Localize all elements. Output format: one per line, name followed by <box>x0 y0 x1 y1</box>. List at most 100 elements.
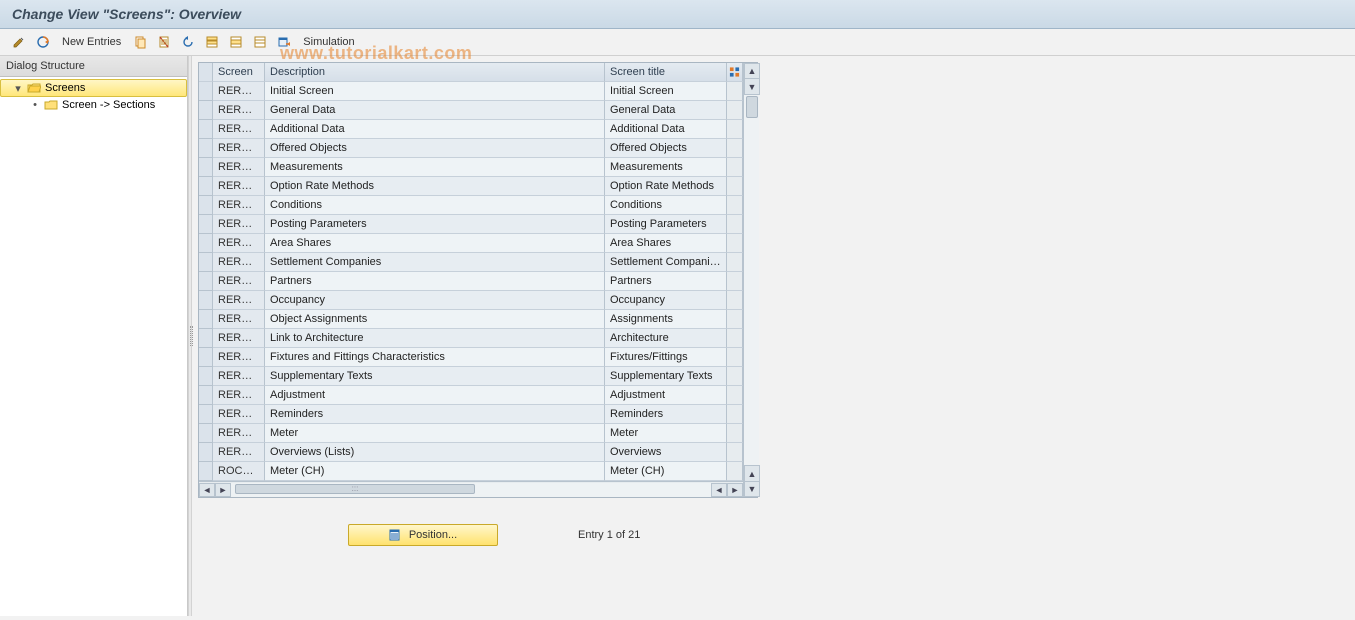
row-selector[interactable] <box>199 139 213 158</box>
config-icon[interactable] <box>275 33 293 51</box>
row-selector[interactable] <box>199 120 213 139</box>
copy-icon[interactable] <box>131 33 149 51</box>
vscroll-up-button[interactable]: ▲ <box>744 63 760 79</box>
cell-description[interactable]: Link to Architecture <box>265 329 605 348</box>
row-selector[interactable] <box>199 386 213 405</box>
cell-description[interactable]: Adjustment <box>265 386 605 405</box>
table-row[interactable]: RERO84Posting ParametersPosting Paramete… <box>199 215 743 234</box>
toggle-display-change-icon[interactable] <box>10 33 28 51</box>
cell-screen[interactable]: RERO90 <box>213 310 265 329</box>
cell-title[interactable]: Fixtures/Fittings <box>605 348 727 367</box>
table-row[interactable]: RERO00Initial ScreenInitial Screen <box>199 82 743 101</box>
cell-screen[interactable]: RERO82 <box>213 177 265 196</box>
cell-screen[interactable]: RERO93 <box>213 348 265 367</box>
cell-screen[interactable]: ROCH40 <box>213 462 265 481</box>
cell-description[interactable]: Offered Objects <box>265 139 605 158</box>
cell-title[interactable]: Conditions <box>605 196 727 215</box>
cell-screen[interactable]: RERO97 <box>213 405 265 424</box>
cell-screen[interactable]: RERO84 <box>213 215 265 234</box>
cell-description[interactable]: Object Assignments <box>265 310 605 329</box>
cell-description[interactable]: Supplementary Texts <box>265 367 605 386</box>
table-row[interactable]: RERO93Fixtures and Fittings Characterist… <box>199 348 743 367</box>
cell-screen[interactable]: RERO85 <box>213 234 265 253</box>
cell-title[interactable]: Reminders <box>605 405 727 424</box>
table-row[interactable]: RERO83ConditionsConditions <box>199 196 743 215</box>
cell-title[interactable]: Occupancy <box>605 291 727 310</box>
vscroll-track[interactable] <box>744 95 759 465</box>
col-header-title[interactable]: Screen title <box>605 63 727 82</box>
cell-description[interactable]: Additional Data <box>265 120 605 139</box>
select-all-column[interactable] <box>199 63 213 82</box>
cell-screen[interactable]: RERO96 <box>213 386 265 405</box>
other-view-icon[interactable] <box>34 33 52 51</box>
row-selector[interactable] <box>199 367 213 386</box>
row-selector[interactable] <box>199 291 213 310</box>
cell-description[interactable]: Settlement Companies <box>265 253 605 272</box>
cell-title[interactable]: Meter (CH) <box>605 462 727 481</box>
cell-title[interactable]: Measurements <box>605 158 727 177</box>
row-selector[interactable] <box>199 234 213 253</box>
col-header-description[interactable]: Description <box>265 63 605 82</box>
row-selector[interactable] <box>199 329 213 348</box>
cell-description[interactable]: Conditions <box>265 196 605 215</box>
tree-node-screens[interactable]: ▾Screens <box>0 79 187 97</box>
cell-title[interactable]: Architecture <box>605 329 727 348</box>
row-selector[interactable] <box>199 253 213 272</box>
cell-description[interactable]: General Data <box>265 101 605 120</box>
table-row[interactable]: RERO86Settlement CompaniesSettlement Com… <box>199 253 743 272</box>
hscroll-step-left2-button[interactable]: ◄ <box>711 483 727 497</box>
delete-icon[interactable] <box>155 33 173 51</box>
cell-description[interactable]: Measurements <box>265 158 605 177</box>
cell-description[interactable]: Initial Screen <box>265 82 605 101</box>
table-row[interactable]: RERO90Object AssignmentsAssignments <box>199 310 743 329</box>
table-row[interactable]: RERO96AdjustmentAdjustment <box>199 386 743 405</box>
cell-title[interactable]: Initial Screen <box>605 82 727 101</box>
row-selector[interactable] <box>199 405 213 424</box>
vertical-scrollbar[interactable]: ▲ ▼ ▲ ▼ <box>743 63 759 497</box>
cell-screen[interactable]: RERO83 <box>213 196 265 215</box>
cell-screen[interactable]: RERO88 <box>213 291 265 310</box>
cell-description[interactable]: Overviews (Lists) <box>265 443 605 462</box>
simulation-button[interactable]: Simulation <box>299 34 358 50</box>
cell-title[interactable]: Overviews <box>605 443 727 462</box>
cell-description[interactable]: Meter <box>265 424 605 443</box>
cell-title[interactable]: Posting Parameters <box>605 215 727 234</box>
table-row[interactable]: RERO91Link to ArchitectureArchitecture <box>199 329 743 348</box>
cell-title[interactable]: Additional Data <box>605 120 727 139</box>
table-row[interactable]: RERO95Supplementary TextsSupplementary T… <box>199 367 743 386</box>
table-row[interactable]: RERO87PartnersPartners <box>199 272 743 291</box>
cell-screen[interactable]: RERO99 <box>213 424 265 443</box>
deselect-all-icon[interactable] <box>251 33 269 51</box>
cell-title[interactable]: Partners <box>605 272 727 291</box>
table-row[interactable]: ROCH40Meter (CH)Meter (CH) <box>199 462 743 481</box>
row-selector[interactable] <box>199 215 213 234</box>
cell-screen[interactable]: RERO02 <box>213 101 265 120</box>
cell-description[interactable]: Posting Parameters <box>265 215 605 234</box>
collapse-icon[interactable]: ▾ <box>13 83 23 93</box>
table-row[interactable]: RERO82Option Rate MethodsOption Rate Met… <box>199 177 743 196</box>
row-selector[interactable] <box>199 177 213 196</box>
table-row[interactable]: RERO97RemindersReminders <box>199 405 743 424</box>
cell-description[interactable]: Option Rate Methods <box>265 177 605 196</box>
cell-title[interactable]: General Data <box>605 101 727 120</box>
row-selector[interactable] <box>199 101 213 120</box>
row-selector[interactable] <box>199 310 213 329</box>
cell-title[interactable]: Option Rate Methods <box>605 177 727 196</box>
cell-description[interactable]: Area Shares <box>265 234 605 253</box>
hscroll-right-button[interactable]: ► <box>727 483 743 497</box>
cell-screen[interactable]: RERO91 <box>213 329 265 348</box>
cell-title[interactable]: Offered Objects <box>605 139 727 158</box>
cell-screen[interactable]: RERO95 <box>213 367 265 386</box>
cell-description[interactable]: Reminders <box>265 405 605 424</box>
vscroll-down-button[interactable]: ▼ <box>744 481 760 497</box>
undo-icon[interactable] <box>179 33 197 51</box>
cell-description[interactable]: Meter (CH) <box>265 462 605 481</box>
table-row[interactable]: RERO81MeasurementsMeasurements <box>199 158 743 177</box>
table-row[interactable]: RERO85Area SharesArea Shares <box>199 234 743 253</box>
table-row[interactable]: RERO88OccupancyOccupancy <box>199 291 743 310</box>
select-all-icon[interactable] <box>203 33 221 51</box>
cell-description[interactable]: Occupancy <box>265 291 605 310</box>
position-button[interactable]: Position... <box>348 524 498 546</box>
configure-columns-icon[interactable] <box>727 63 743 82</box>
vscroll-page-up-button[interactable]: ▼ <box>744 79 760 95</box>
